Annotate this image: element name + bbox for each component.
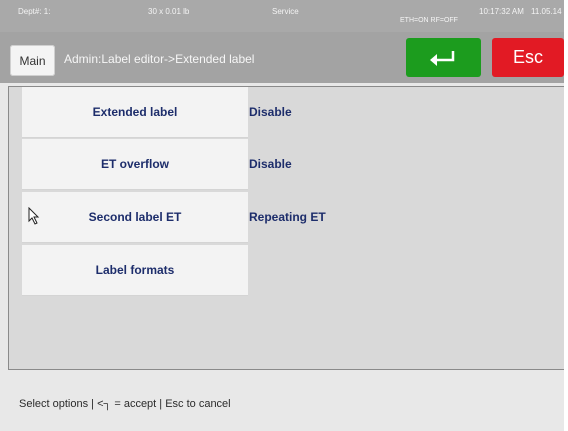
option-et-overflow[interactable]: ET overflow: [22, 139, 248, 190]
main-button[interactable]: Main: [10, 45, 55, 76]
esc-button[interactable]: Esc: [492, 38, 564, 77]
weight-indicator: 30 x 0.01 lb: [148, 7, 190, 16]
option-extended-label[interactable]: Extended label: [22, 87, 248, 138]
option-label-formats[interactable]: Label formats: [22, 245, 248, 296]
title-bar: Main Admin:Label editor->Extended label …: [0, 32, 564, 83]
enter-button[interactable]: [406, 38, 481, 77]
dept-indicator: Dept#: 1:: [18, 7, 51, 16]
option-et-overflow-value: Disable: [249, 157, 292, 171]
option-second-label-et-value: Repeating ET: [249, 210, 326, 224]
mode-indicator: Service: [272, 7, 299, 16]
network-indicator: ETH=ON RF=OFF: [400, 17, 458, 24]
options-panel: Extended label Disable ET overflow Disab…: [8, 86, 564, 370]
screen-frame: Dept#: 1: 30 x 0.01 lb Service 10:17:32 …: [0, 0, 568, 431]
status-bar: Dept#: 1: 30 x 0.01 lb Service 10:17:32 …: [0, 0, 564, 32]
option-second-label-et[interactable]: Second label ET: [22, 192, 248, 243]
breadcrumb: Admin:Label editor->Extended label: [64, 52, 255, 66]
enter-arrow-icon: [429, 50, 454, 66]
mouse-pointer-icon: [28, 207, 40, 225]
option-extended-label-value: Disable: [249, 105, 292, 119]
footer-hint: Select options | <┐ = accept | Esc to ca…: [19, 398, 231, 410]
date-indicator: 11.05.14: [531, 7, 562, 16]
time-indicator: 10:17:32 AM: [479, 7, 524, 16]
